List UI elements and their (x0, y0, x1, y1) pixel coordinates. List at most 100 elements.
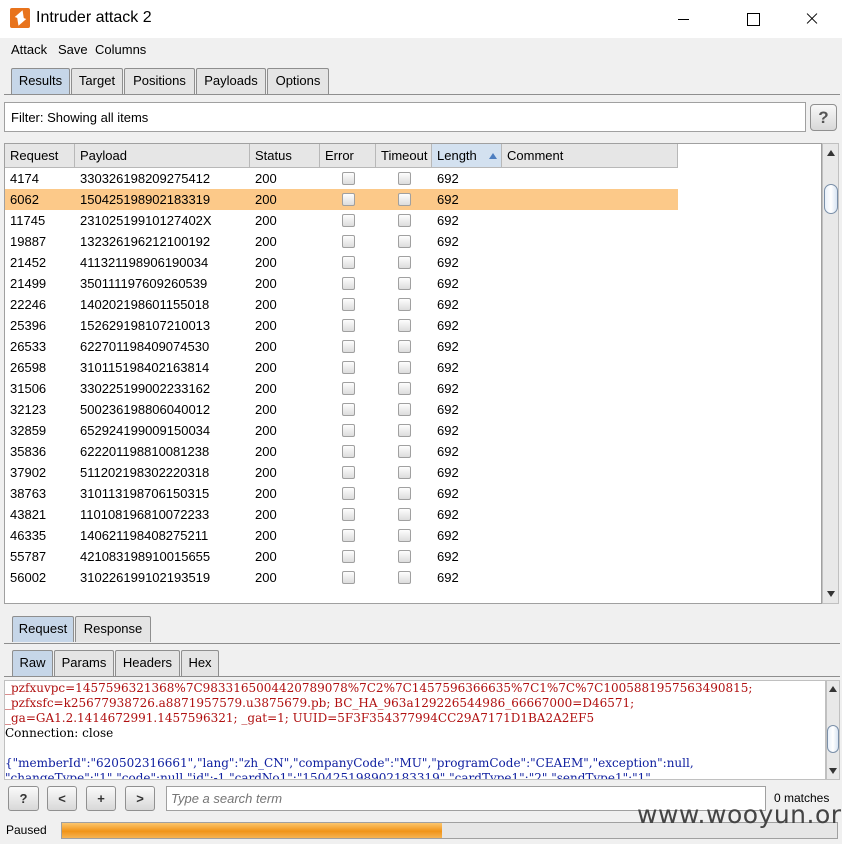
col-status[interactable]: Status (250, 144, 320, 168)
scroll-up-icon[interactable] (827, 150, 835, 156)
raw-line: Connection: close (5, 726, 114, 740)
error-checkbox (342, 487, 355, 500)
cell-status: 200 (255, 507, 277, 522)
menu-save[interactable]: Save (58, 42, 88, 57)
tab-payloads[interactable]: Payloads (196, 68, 266, 94)
scroll-down-icon[interactable] (829, 768, 837, 774)
table-row[interactable]: 55787 421083198910015655 200 692 (5, 546, 678, 567)
scrollbar-thumb[interactable] (824, 184, 838, 214)
cell-length: 692 (437, 381, 459, 396)
tab-options[interactable]: Options (267, 68, 329, 94)
cell-request: 21452 (10, 255, 47, 270)
table-row[interactable]: 46335 140621198408275211 200 692 (5, 525, 678, 546)
timeout-checkbox (398, 466, 411, 479)
col-length[interactable]: Length (432, 144, 502, 168)
table-row[interactable]: 56002 310226199102193519 200 692 (5, 567, 678, 588)
col-payload[interactable]: Payload (75, 144, 250, 168)
tab-raw[interactable]: Raw (12, 650, 53, 676)
tab-request[interactable]: Request (12, 616, 74, 642)
table-row[interactable]: 21499 350111197609260539 200 692 (5, 273, 678, 294)
view-tabs-divider (4, 676, 840, 677)
tab-results[interactable]: Results (11, 68, 70, 94)
timeout-checkbox (398, 172, 411, 185)
cell-request: 43821 (10, 507, 47, 522)
help-button[interactable]: ? (810, 104, 837, 131)
table-row[interactable]: 32123 500236198806040012 200 692 (5, 399, 678, 420)
cell-status: 200 (255, 528, 277, 543)
tab-hex[interactable]: Hex (181, 650, 219, 676)
col-request[interactable]: Request (5, 144, 75, 168)
table-row[interactable]: 26598 310115198402163814 200 692 (5, 357, 678, 378)
table-row[interactable]: 22246 140202198601155018 200 692 (5, 294, 678, 315)
error-checkbox (342, 445, 355, 458)
cell-request: 21499 (10, 276, 47, 291)
timeout-checkbox (398, 340, 411, 353)
cell-length: 692 (437, 507, 459, 522)
menu-columns[interactable]: Columns (95, 42, 146, 57)
table-row[interactable]: 4174 330326198209275412 200 692 (5, 168, 678, 189)
table-row[interactable]: 38763 310113198706150315 200 692 (5, 483, 678, 504)
table-row[interactable]: 35836 622201198810081238 200 692 (5, 441, 678, 462)
tab-headers[interactable]: Headers (115, 650, 180, 676)
error-checkbox (342, 298, 355, 311)
menu-attack[interactable]: Attack (11, 42, 47, 57)
search-next-button[interactable]: > (125, 786, 155, 811)
scroll-down-icon[interactable] (827, 591, 835, 597)
maximize-button[interactable] (730, 0, 776, 38)
table-vertical-scrollbar[interactable] (822, 143, 839, 604)
error-checkbox (342, 403, 355, 416)
cell-length: 692 (437, 465, 459, 480)
raw-line: {"memberId":"620502316661","lang":"zh_CN… (5, 756, 694, 770)
cell-request: 38763 (10, 486, 47, 501)
filter-label: Filter: Showing all items (11, 110, 149, 125)
search-add-button[interactable]: + (86, 786, 116, 811)
table-row[interactable]: 32859 652924199009150034 200 692 (5, 420, 678, 441)
cell-length: 692 (437, 486, 459, 501)
error-checkbox (342, 529, 355, 542)
tab-positions[interactable]: Positions (124, 68, 195, 94)
scroll-up-icon[interactable] (829, 686, 837, 692)
cell-status: 200 (255, 318, 277, 333)
timeout-checkbox (398, 277, 411, 290)
title-bar: Intruder attack 2 (0, 0, 842, 38)
raw-vertical-scrollbar[interactable] (826, 680, 840, 780)
tab-params[interactable]: Params (54, 650, 114, 676)
cell-status: 200 (255, 192, 277, 207)
progress-fill (62, 823, 442, 838)
table-row[interactable]: 6062 150425198902183319 200 692 (5, 189, 678, 210)
cell-length: 692 (437, 276, 459, 291)
cell-request: 25396 (10, 318, 47, 333)
filter-bar[interactable]: Filter: Showing all items (4, 102, 806, 132)
cell-length: 692 (437, 171, 459, 186)
table-row[interactable]: 43821 110108196810072233 200 692 (5, 504, 678, 525)
tab-response[interactable]: Response (75, 616, 151, 642)
tab-target[interactable]: Target (71, 68, 123, 94)
col-length-label: Length (437, 148, 477, 163)
cell-payload: 652924199009150034 (80, 423, 211, 438)
col-comment[interactable]: Comment (502, 144, 678, 168)
table-row[interactable]: 11745 23102519910127402X 200 692 (5, 210, 678, 231)
table-row[interactable]: 25396 152629198107210013 200 692 (5, 315, 678, 336)
table-row[interactable]: 19887 132326196212100192 200 692 (5, 231, 678, 252)
scrollbar-thumb[interactable] (827, 725, 839, 753)
search-help-button[interactable]: ? (8, 786, 39, 811)
cell-request: 37902 (10, 465, 47, 480)
cell-status: 200 (255, 360, 277, 375)
timeout-checkbox (398, 214, 411, 227)
table-row[interactable]: 31506 330225199002233162 200 692 (5, 378, 678, 399)
cell-payload: 622201198810081238 (80, 444, 210, 459)
timeout-checkbox (398, 382, 411, 395)
cell-payload: 152629198107210013 (80, 318, 211, 333)
raw-line: _pzfxuvpc=1457596321368%7C98331650044207… (5, 681, 753, 695)
close-button[interactable] (788, 0, 834, 38)
col-timeout[interactable]: Timeout (376, 144, 432, 168)
col-error[interactable]: Error (320, 144, 376, 168)
table-row[interactable]: 21452 411321198906190034 200 692 (5, 252, 678, 273)
raw-request-editor[interactable]: _pzfxuvpc=1457596321368%7C98331650044207… (4, 680, 826, 780)
raw-line: _ga=GA1.2.1414672991.1457596321; _gat=1;… (5, 711, 595, 725)
timeout-checkbox (398, 235, 411, 248)
table-row[interactable]: 37902 511202198302220318 200 692 (5, 462, 678, 483)
minimize-button[interactable] (660, 0, 706, 38)
search-prev-button[interactable]: < (47, 786, 77, 811)
table-row[interactable]: 26533 622701198409074530 200 692 (5, 336, 678, 357)
